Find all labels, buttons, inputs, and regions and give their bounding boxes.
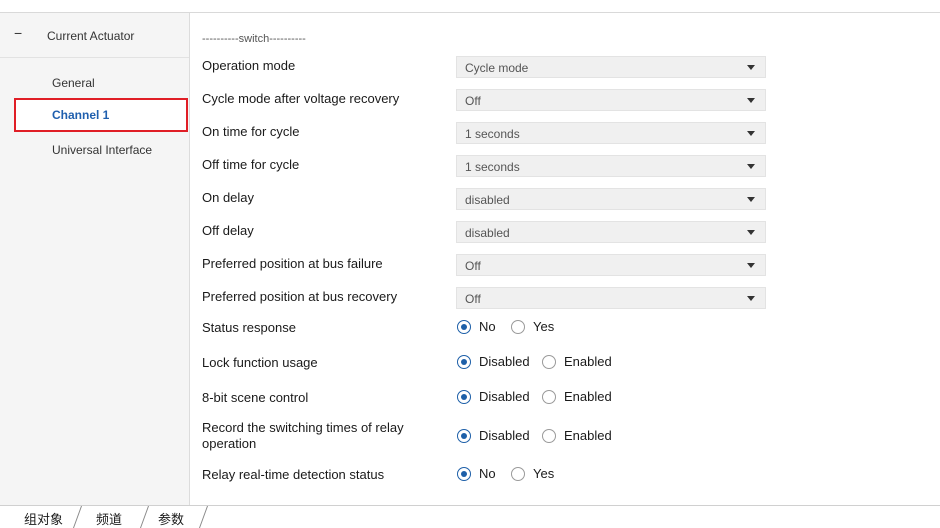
param-label-line: operation	[202, 436, 257, 451]
radio-label: Disabled	[479, 354, 530, 369]
param-label: Relay real-time detection status	[202, 467, 385, 482]
chevron-down-icon	[747, 65, 755, 70]
chevron-down-icon	[747, 230, 755, 235]
off-time-select[interactable]: 1 seconds	[456, 155, 766, 177]
param-label: Status response	[202, 320, 296, 335]
tab-parameters[interactable]: 参数	[146, 506, 202, 528]
param-label: Operation mode	[202, 58, 296, 73]
radio-label: Disabled	[479, 428, 530, 443]
parameter-panel: ----------switch---------- Operation mod…	[190, 13, 940, 505]
radio-label: Yes	[533, 319, 555, 334]
param-label: Off time for cycle	[202, 157, 300, 172]
sidebar-tree: − Current Actuator General Channel 1 Uni…	[0, 13, 190, 505]
select-value: 1 seconds	[465, 160, 520, 174]
chevron-down-icon	[747, 263, 755, 268]
param-label: 8-bit scene control	[202, 390, 309, 405]
chevron-down-icon	[747, 98, 755, 103]
param-label: Record the switching times of relay oper…	[202, 420, 404, 452]
param-label: On time for cycle	[202, 124, 300, 139]
param-label-line: Record the switching times of relay	[202, 420, 404, 435]
off-delay-select[interactable]: disabled	[456, 221, 766, 243]
radio-unselected-icon[interactable]	[511, 320, 525, 334]
tab-label: 参数	[158, 512, 185, 527]
chevron-down-icon	[747, 296, 755, 301]
tab-label: 频道	[96, 512, 123, 527]
radio-unselected-icon[interactable]	[542, 390, 556, 404]
sidebar-item-universal-interface[interactable]: Universal Interface	[14, 133, 188, 167]
on-time-select[interactable]: 1 seconds	[456, 122, 766, 144]
select-value: Off	[465, 94, 481, 108]
radio-label: Enabled	[564, 428, 612, 443]
select-value: disabled	[465, 226, 510, 240]
select-value: 1 seconds	[465, 127, 520, 141]
radio-unselected-icon[interactable]	[542, 429, 556, 443]
bus-failure-select[interactable]: Off	[456, 254, 766, 276]
radio-unselected-icon[interactable]	[511, 467, 525, 481]
tab-group-objects[interactable]: 组对象	[0, 506, 70, 528]
section-title: ----------switch----------	[202, 33, 306, 45]
tree-root-label: Current Actuator	[47, 29, 135, 43]
chevron-down-icon	[747, 164, 755, 169]
sidebar-item-general[interactable]: General	[14, 66, 188, 100]
param-label: Preferred position at bus failure	[202, 256, 383, 271]
radio-label: Enabled	[564, 354, 612, 369]
select-value: Off	[465, 292, 481, 306]
radio-label: No	[479, 319, 496, 334]
param-label: Preferred position at bus recovery	[202, 289, 398, 304]
param-label: Cycle mode after voltage recovery	[202, 91, 400, 106]
param-label: Off delay	[202, 223, 254, 238]
tab-channels[interactable]: 频道	[80, 506, 140, 528]
collapse-icon[interactable]: −	[14, 25, 22, 41]
tab-label: 组对象	[24, 512, 64, 527]
sidebar-item-label: Channel 1	[52, 108, 110, 122]
radio-selected-icon[interactable]	[457, 467, 471, 481]
sidebar-item-channel-1[interactable]: Channel 1	[14, 98, 188, 132]
radio-label: Yes	[533, 466, 555, 481]
select-value: Off	[465, 259, 481, 273]
chevron-down-icon	[747, 131, 755, 136]
bus-recovery-select[interactable]: Off	[456, 287, 766, 309]
radio-selected-icon[interactable]	[457, 390, 471, 404]
cycle-mode-recovery-select[interactable]: Off	[456, 89, 766, 111]
radio-label: Enabled	[564, 389, 612, 404]
on-delay-select[interactable]: disabled	[456, 188, 766, 210]
chevron-down-icon	[747, 197, 755, 202]
operation-mode-select[interactable]: Cycle mode	[456, 56, 766, 78]
radio-label: No	[479, 466, 496, 481]
sidebar-item-label: Universal Interface	[52, 143, 153, 157]
radio-selected-icon[interactable]	[457, 320, 471, 334]
param-label: Lock function usage	[202, 355, 318, 370]
bottom-tab-bar: 组对象 频道 参数	[0, 505, 940, 528]
select-value: disabled	[465, 193, 510, 207]
radio-label: Disabled	[479, 389, 530, 404]
param-label: On delay	[202, 190, 255, 205]
radio-selected-icon[interactable]	[457, 429, 471, 443]
radio-selected-icon[interactable]	[457, 355, 471, 369]
sidebar-item-label: General	[52, 76, 95, 90]
tree-root-current-actuator[interactable]: − Current Actuator	[0, 13, 189, 58]
select-value: Cycle mode	[465, 61, 529, 75]
radio-unselected-icon[interactable]	[542, 355, 556, 369]
